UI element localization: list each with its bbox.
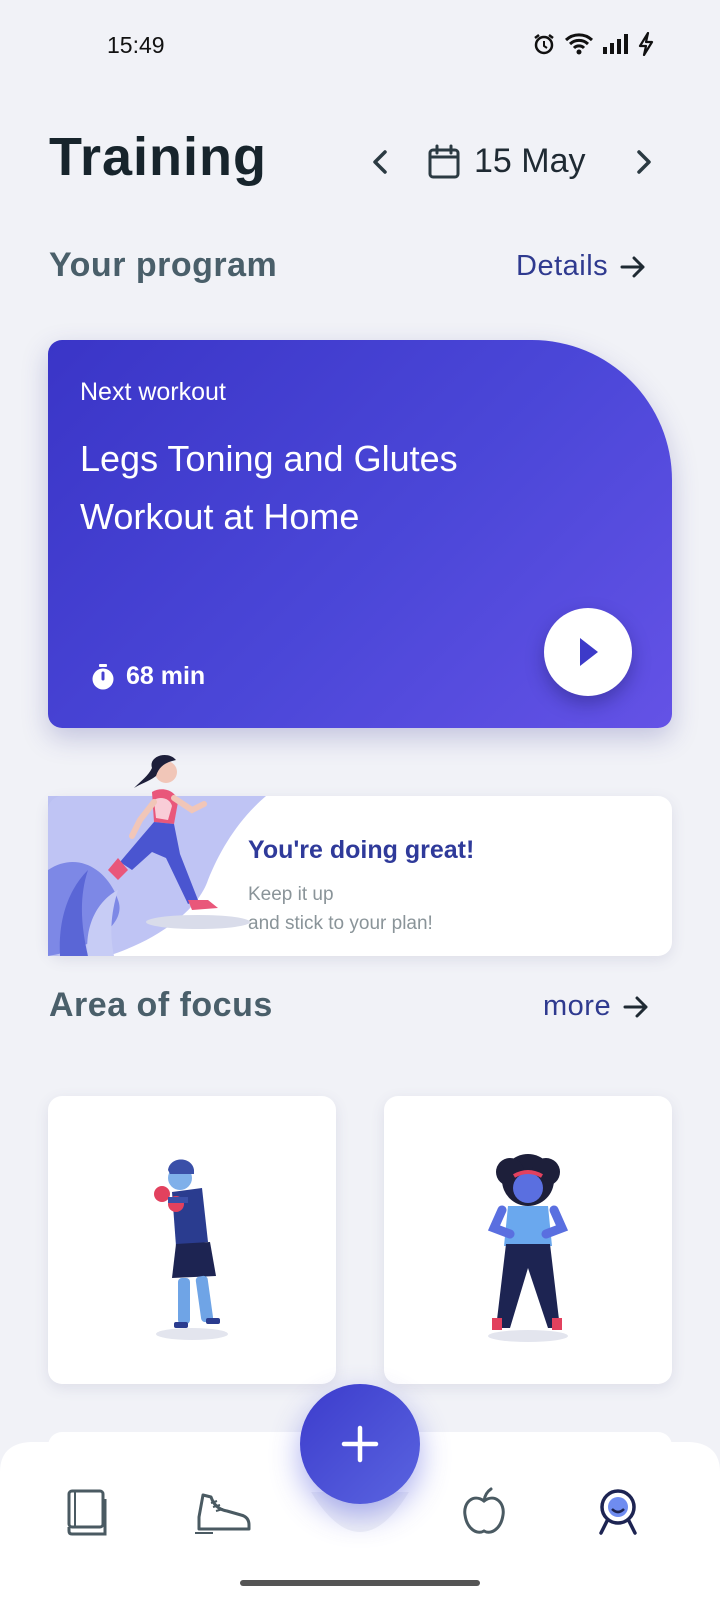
chevron-left-icon — [373, 150, 387, 174]
wifi-icon — [564, 33, 594, 55]
details-link-label: Details — [516, 250, 609, 282]
calendar-icon[interactable] — [428, 144, 460, 180]
charging-icon — [638, 32, 654, 56]
motivation-text: Keep it up and stick to your plan! — [248, 880, 433, 938]
signal-icon — [603, 34, 628, 54]
date-navigator: 15 May — [360, 134, 670, 190]
motivation-title: You're doing great! — [248, 836, 475, 864]
motivation-line-1: Keep it up — [248, 884, 334, 905]
motivation-line-2: and stick to your plan! — [248, 913, 433, 934]
stopwatch-icon — [92, 663, 114, 689]
program-section-title: Your program — [49, 246, 278, 284]
status-icons — [532, 32, 654, 56]
current-date[interactable]: 15 May — [474, 142, 586, 181]
more-link-label: more — [543, 990, 612, 1022]
next-workout-card[interactable]: Next workout Legs Toning and Glutes Work… — [48, 340, 672, 728]
plus-icon — [341, 1425, 379, 1463]
alarm-icon — [534, 34, 554, 55]
nav-nutrition[interactable] — [454, 1482, 514, 1542]
next-day-button[interactable] — [624, 142, 664, 182]
status-bar: 15:49 — [0, 0, 720, 90]
page-title: Training — [49, 127, 268, 187]
focus-card-fitness[interactable] — [384, 1096, 672, 1384]
arrow-right-icon — [623, 996, 648, 1017]
profile-icon — [599, 1489, 637, 1535]
workout-eyebrow: Next workout — [80, 378, 226, 406]
apple-icon — [463, 1487, 505, 1534]
home-indicator[interactable] — [240, 1580, 480, 1586]
book-icon — [67, 1489, 107, 1536]
nav-profile[interactable] — [588, 1482, 648, 1542]
boxer-illustration — [154, 1159, 228, 1340]
add-button[interactable] — [300, 1384, 420, 1504]
nav-library[interactable] — [56, 1482, 116, 1542]
focus-section-title: Area of focus — [49, 986, 273, 1024]
motivation-card: You're doing great! Keep it up and stick… — [48, 754, 672, 956]
details-link[interactable]: Details — [516, 250, 646, 283]
more-link[interactable]: more — [543, 990, 649, 1023]
play-workout-button[interactable] — [544, 608, 632, 696]
sneaker-icon — [195, 1493, 251, 1534]
workout-duration-value: 68 min — [126, 662, 206, 690]
previous-day-button[interactable] — [360, 142, 400, 182]
focus-card-boxing[interactable] — [48, 1096, 336, 1384]
workout-duration: 68 min — [90, 662, 205, 691]
woman-fitness-illustration — [487, 1154, 569, 1342]
arrow-right-icon — [620, 256, 645, 277]
chevron-right-icon — [637, 150, 651, 174]
nav-training[interactable] — [192, 1482, 252, 1542]
status-time: 15:49 — [107, 32, 165, 58]
play-icon — [580, 638, 598, 666]
workout-title: Legs Toning and Glutes Workout at Home — [80, 438, 458, 537]
